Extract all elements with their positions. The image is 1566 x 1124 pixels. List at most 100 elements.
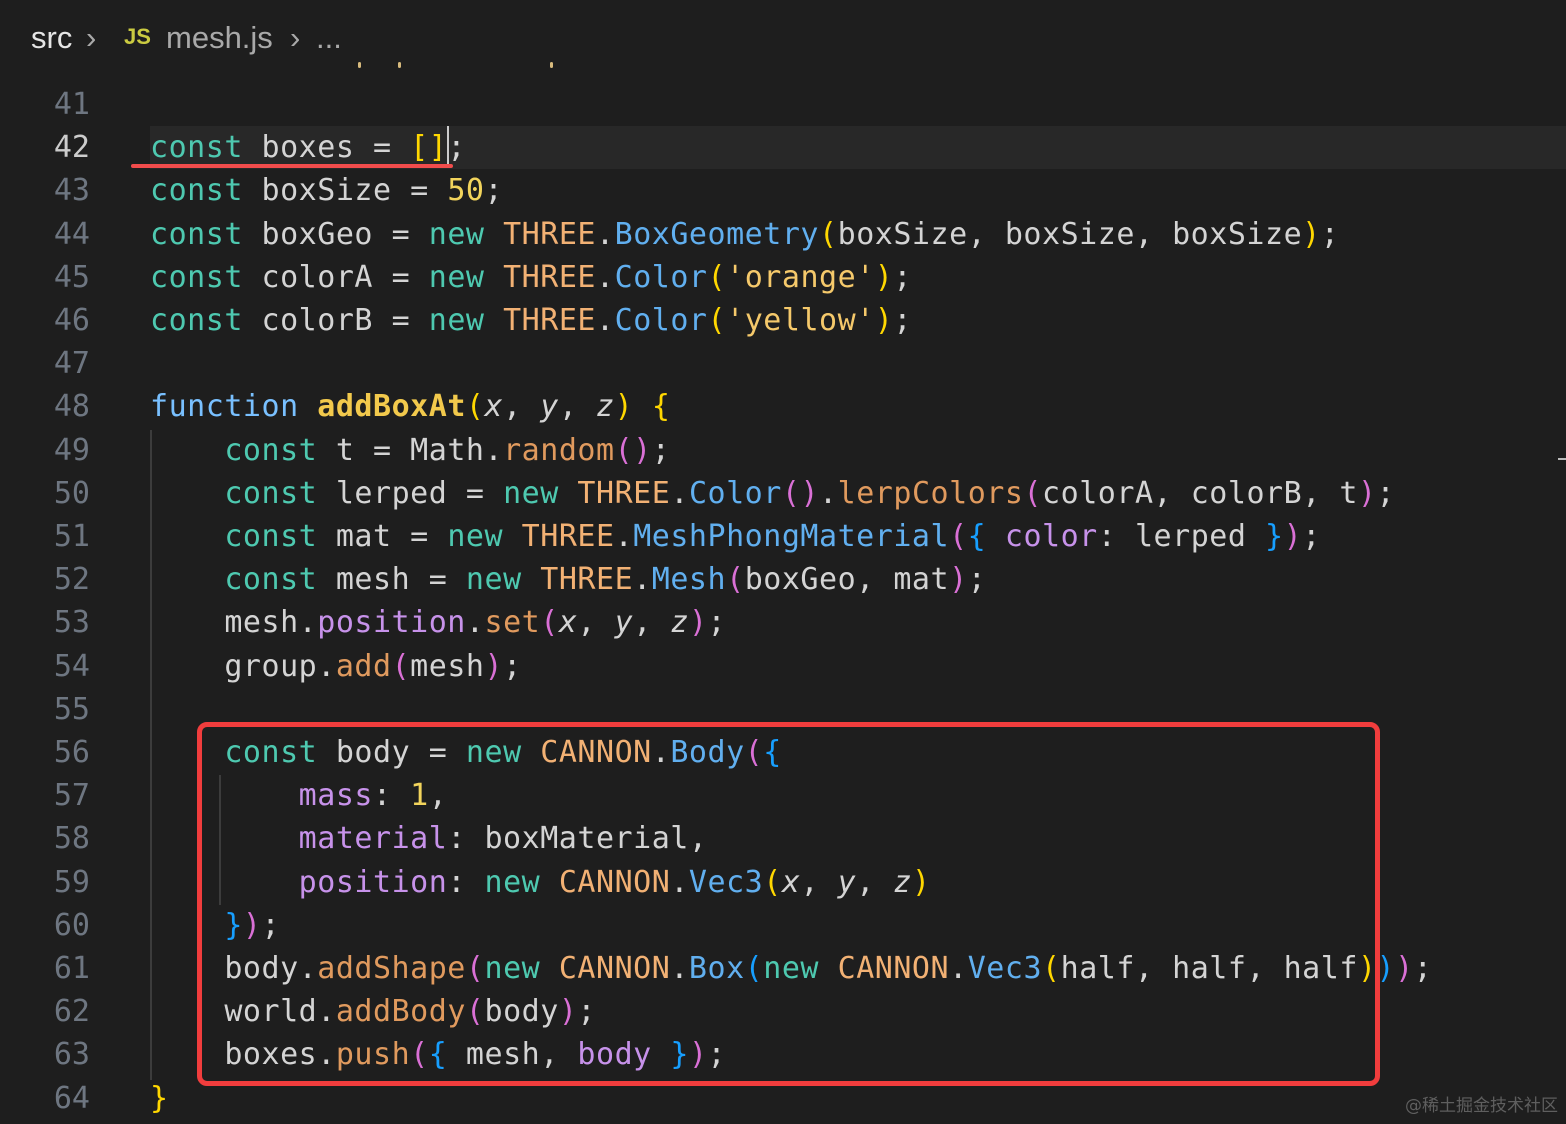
code-text[interactable]: const boxes = [];: [150, 126, 466, 169]
code-text[interactable]: function addBoxAt(x, y, z) {: [150, 385, 670, 428]
code-token: Color: [688, 475, 782, 511]
code-token: ;: [447, 130, 466, 166]
line-number: 58: [53, 821, 90, 857]
javascript-file-icon: JS: [124, 24, 151, 49]
code-token: ;: [1413, 951, 1433, 986]
code-line[interactable]: 50 const lerped = new THREE.Color().lerp…: [0, 472, 1566, 515]
code-text[interactable]: const boxGeo = new THREE.BoxGeometry(box…: [150, 213, 1339, 256]
code-token: z: [670, 605, 689, 641]
code-line[interactable]: 43 const boxSize = 50;: [0, 169, 1566, 212]
code-token: ;: [503, 648, 522, 684]
code-token: ): [949, 562, 968, 598]
code-token: boxGeo, mat: [744, 562, 950, 598]
code-token: (: [707, 303, 727, 338]
line-number: 43: [53, 173, 90, 209]
line-number: 61: [53, 951, 90, 986]
code-token: THREE: [577, 475, 671, 511]
code-token: ): [1302, 216, 1321, 252]
code-text[interactable]: mesh.position.set(x, y, z);: [150, 601, 726, 644]
breadcrumb-folder[interactable]: src: [31, 20, 72, 56]
code-line[interactable]: 51 const mat = new THREE.MeshPhongMateri…: [0, 515, 1566, 558]
code-token: .: [819, 475, 838, 511]
code-token: boxSize, boxSize, boxSize: [837, 216, 1303, 252]
code-token: add: [335, 648, 392, 684]
code-token: lerped =: [317, 475, 504, 511]
code-text[interactable]: group.add(mesh);: [150, 645, 522, 688]
code-token: (: [1023, 475, 1043, 511]
code-token: const: [150, 303, 243, 338]
code-token: ,: [577, 605, 615, 641]
code-token: (: [819, 216, 838, 252]
code-token: ): [484, 648, 504, 684]
line-number: 56: [53, 735, 90, 770]
line-number: 44: [53, 216, 90, 252]
code-text[interactable]: const boxSize = 50;: [150, 169, 503, 212]
line-number: 50: [53, 475, 90, 511]
code-line[interactable]: 54 group.add(mesh);: [0, 645, 1566, 688]
code-token: colorA, colorB, t: [1042, 475, 1358, 511]
code-token: ;: [484, 173, 504, 209]
code-line[interactable]: 53 mesh.position.set(x, y, z);: [0, 601, 1566, 644]
code-token: ;: [1320, 216, 1340, 252]
line-number: 64: [53, 1080, 90, 1116]
code-token: THREE: [503, 216, 597, 252]
code-token: ): [1357, 475, 1377, 511]
code-token: const: [224, 432, 318, 468]
code-text[interactable]: }: [150, 1077, 169, 1120]
code-token: {: [651, 389, 671, 425]
code-text[interactable]: const colorA = new THREE.Color('orange')…: [150, 256, 912, 299]
code-token: ,: [633, 605, 671, 641]
code-token: x: [558, 605, 578, 641]
breadcrumb-symbol[interactable]: ...: [316, 20, 342, 56]
line-number: 57: [53, 778, 90, 814]
code-token: addBoxAt: [317, 389, 466, 425]
line-number: 54: [53, 648, 90, 684]
code-token: THREE: [540, 562, 634, 598]
code-line[interactable]: 45 const colorA = new THREE.Color('orange…: [0, 256, 1566, 299]
code-token: mesh: [410, 648, 485, 684]
code-token: const: [224, 562, 318, 598]
code-text[interactable]: const t = Math.random();: [150, 429, 670, 472]
line-number: 47: [53, 346, 90, 382]
code-token: colorB =: [242, 303, 429, 338]
code-text[interactable]: const mesh = new THREE.Mesh(boxGeo, mat)…: [150, 558, 986, 601]
code-token: y: [614, 605, 634, 641]
indent-guide: [150, 430, 152, 1080]
code-line[interactable]: 42 const boxes = [];: [0, 126, 1566, 169]
code-text[interactable]: const colorB = new THREE.Color('yellow')…: [150, 299, 912, 342]
code-token: const: [150, 259, 243, 295]
code-token: mat =: [317, 519, 448, 554]
code-token: ;: [1376, 475, 1396, 511]
code-line[interactable]: 46 const colorB = new THREE.Color('yellow…: [0, 299, 1566, 342]
code-token: []: [410, 130, 448, 166]
code-line[interactable]: 44 const boxGeo = new THREE.BoxGeometry(b…: [0, 213, 1566, 256]
code-token: ;: [1302, 519, 1321, 554]
code-token: ): [874, 259, 894, 295]
code-token: random: [503, 432, 615, 468]
code-token: ;: [967, 562, 987, 598]
code-line[interactable]: 41: [0, 83, 1566, 126]
code-token: new: [503, 475, 559, 511]
code-token: ): [874, 303, 894, 338]
code-token: Color: [614, 303, 708, 338]
code-token: ;: [651, 432, 671, 468]
code-token: new: [465, 562, 522, 598]
code-text[interactable]: const lerped = new THREE.Color().lerpCol…: [150, 472, 1395, 515]
breadcrumb: src › JS mesh.js › ...: [0, 0, 1566, 76]
code-text[interactable]: const mat = new THREE.MeshPhongMaterial(…: [150, 515, 1321, 558]
code-line[interactable]: 52 const mesh = new THREE.Mesh(boxGeo, m…: [0, 558, 1566, 601]
line-number: 48: [53, 389, 90, 425]
scrollbar-marker[interactable]: [1558, 458, 1566, 460]
code-token: (: [726, 562, 745, 598]
code-token: THREE: [503, 303, 597, 338]
code-line[interactable]: 47: [0, 342, 1566, 385]
code-token: ,: [503, 389, 541, 425]
code-line[interactable]: 49 const t = Math.random();: [0, 429, 1566, 472]
code-line[interactable]: 48 function addBoxAt(x, y, z) {: [0, 385, 1566, 428]
breadcrumb-file[interactable]: mesh.js: [166, 20, 273, 56]
code-token: }: [1265, 519, 1284, 554]
